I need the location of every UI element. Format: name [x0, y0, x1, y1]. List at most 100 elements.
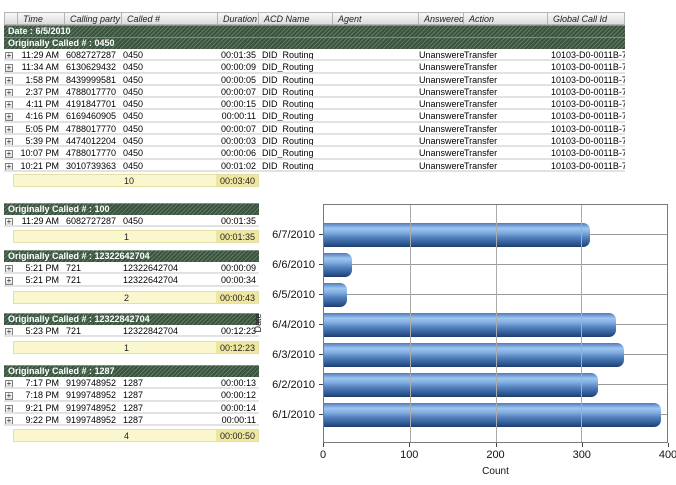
cell-agent: [333, 61, 419, 71]
header-cell-global-call-id: Global Call Id: [548, 12, 625, 25]
cell-time: 11:29 AM: [18, 49, 65, 59]
table-row: +1:58 PM8439999581045000:00:05DID_Routin…: [4, 74, 625, 86]
cell-called: 1287: [122, 402, 218, 412]
y-tick-mark: [319, 324, 323, 325]
expand-cell: +: [4, 110, 18, 120]
x-tick-mark: [496, 443, 497, 447]
plot-area: [323, 204, 668, 443]
cell-agent: [333, 123, 419, 133]
cell-time: 9:21 PM: [18, 402, 65, 412]
cell-acd-name: DID_Routing: [259, 74, 333, 84]
summary-total-duration: 00:03:40: [216, 175, 258, 186]
cell-duration: 00:00:06: [218, 147, 259, 157]
cell-time: 7:17 PM: [18, 377, 65, 387]
bar-6-3-2010: [324, 343, 624, 367]
expand-row-icon[interactable]: +: [5, 77, 13, 84]
table-row: +11:34 AM6130629432045000:00:09DID_Routi…: [4, 61, 625, 73]
cell-time: 7:18 PM: [18, 389, 65, 399]
expand-row-icon[interactable]: +: [5, 101, 13, 108]
cell-agent: [333, 74, 419, 84]
cell-action: Transfer: [464, 160, 548, 170]
cell-calling-party: 8439999581: [65, 74, 122, 84]
value-gridline: [581, 205, 582, 442]
expand-row-icon[interactable]: +: [5, 277, 13, 284]
expand-row-icon[interactable]: +: [5, 64, 13, 71]
x-tick-mark: [323, 443, 324, 447]
expand-cell: +: [4, 160, 18, 170]
expand-row-icon[interactable]: +: [5, 89, 13, 96]
cell-global-call-id: 10103-D0-0011B-770: [548, 74, 625, 84]
group-summary-12322642704: 2 00:00:43: [13, 291, 259, 304]
cell-answered: Unanswered: [419, 123, 464, 133]
cell-calling-party: 4788017770: [65, 147, 122, 157]
y-tick-mark: [319, 414, 323, 415]
group-rows-1287: +7:17 PM9199748952128700:00:13+7:18 PM91…: [4, 377, 259, 426]
cell-action: Transfer: [464, 86, 548, 96]
group-band-0450: Originally Called # : 0450: [4, 37, 625, 49]
cell-called: 0450: [122, 61, 218, 71]
expand-row-icon[interactable]: +: [5, 126, 13, 133]
cell-answered: Unanswered: [419, 110, 464, 120]
cell-duration: 00:00:07: [218, 86, 259, 96]
cell-calling-party: 721: [65, 262, 122, 272]
group-rows-100: +11:29 AM6082727287045000:01:35: [4, 215, 259, 227]
header-cell-answered: Answered: [419, 12, 464, 25]
expand-cell: +: [4, 414, 18, 424]
cell-time: 11:34 AM: [18, 61, 65, 71]
expand-cell: +: [4, 61, 18, 71]
cell-duration: 00:00:15: [218, 98, 259, 108]
expand-row-icon[interactable]: +: [5, 392, 13, 399]
expand-row-icon[interactable]: +: [5, 265, 13, 272]
expand-row-icon[interactable]: +: [5, 113, 13, 120]
table-row: +9:21 PM9199748952128700:00:14: [4, 402, 259, 414]
group-band-12322642704: Originally Called # : 12322642704: [4, 250, 259, 262]
cell-global-call-id: 10103-D0-0011B-773: [548, 110, 625, 120]
cell-calling-party: 9199748952: [65, 414, 122, 424]
expand-row-icon[interactable]: +: [5, 52, 13, 59]
cell-agent: [333, 135, 419, 145]
cell-time: 1:58 PM: [18, 74, 65, 84]
cell-acd-name: DID_Routing: [259, 61, 333, 71]
expand-row-icon[interactable]: +: [5, 150, 13, 157]
cell-called: 0450: [122, 86, 218, 96]
expand-row-icon[interactable]: +: [5, 328, 13, 335]
y-tick-mark: [319, 384, 323, 385]
cell-action: Transfer: [464, 123, 548, 133]
expand-cell: +: [4, 402, 18, 412]
table-row: +7:17 PM9199748952128700:00:13: [4, 377, 259, 389]
cell-calling-party: 6169460905: [65, 110, 122, 120]
cell-called: 1287: [122, 389, 218, 399]
expand-row-icon[interactable]: +: [5, 138, 13, 145]
cell-answered: Unanswered: [419, 61, 464, 71]
cell-called: 0450: [122, 215, 218, 225]
expand-row-icon[interactable]: +: [5, 163, 13, 170]
expand-row-icon[interactable]: +: [5, 380, 13, 387]
x-tick-mark: [582, 443, 583, 447]
cell-action: Transfer: [464, 74, 548, 84]
cell-called: 1287: [122, 377, 218, 387]
expand-row-icon[interactable]: +: [5, 405, 13, 412]
cell-duration: 00:01:35: [218, 49, 259, 59]
bar-6-7-2010: [324, 223, 590, 247]
cell-called: 0450: [122, 123, 218, 133]
cell-duration: 00:00:03: [218, 135, 259, 145]
cell-duration: 00:00:11: [218, 110, 259, 120]
group-rows-12322642704: +5:21 PM7211232264270400:00:09+5:21 PM72…: [4, 262, 259, 287]
cell-time: 10:07 PM: [18, 147, 65, 157]
expand-cell: +: [4, 377, 18, 387]
cell-action: Transfer: [464, 147, 548, 157]
cell-answered: Unanswered: [419, 49, 464, 59]
expand-cell: +: [4, 98, 18, 108]
cell-duration: 00:01:02: [218, 160, 259, 170]
x-tick-label: 200: [486, 449, 504, 461]
table-row: +10:21 PM3010739363045000:01:02DID_Routi…: [4, 160, 625, 172]
cell-agent: [333, 49, 419, 59]
cell-acd-name: DID_Routing: [259, 135, 333, 145]
expand-cell: +: [4, 274, 18, 284]
expand-row-icon[interactable]: +: [5, 218, 13, 225]
x-tick-label: 400: [659, 449, 676, 461]
expand-cell: +: [4, 86, 18, 96]
expand-row-icon[interactable]: +: [5, 417, 13, 424]
cell-acd-name: DID_Routing: [259, 147, 333, 157]
table-row: +9:22 PM9199748952128700:00:11: [4, 414, 259, 426]
